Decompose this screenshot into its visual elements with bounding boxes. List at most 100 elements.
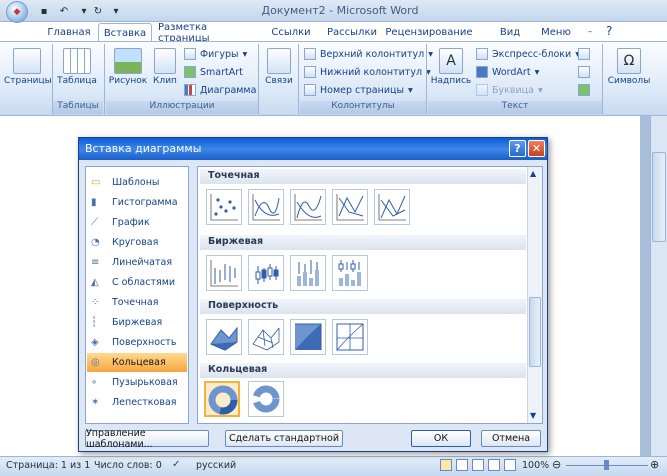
draft-icon[interactable] bbox=[504, 459, 516, 471]
stock-ohlc-thumb[interactable] bbox=[248, 255, 284, 291]
table-button[interactable]: Таблица bbox=[54, 48, 100, 86]
status-words[interactable]: Число слов: 0 bbox=[94, 460, 162, 471]
tab-mailings[interactable]: Рассылки bbox=[324, 24, 380, 41]
tab-insert[interactable]: Вставка bbox=[98, 23, 152, 42]
zoom-level[interactable]: 100% bbox=[522, 460, 549, 471]
group-label-headers: Колонтитулы bbox=[300, 101, 426, 114]
category-item[interactable]: ≡ Линейчатая bbox=[87, 253, 187, 272]
picture-button[interactable]: Рисунок bbox=[108, 48, 148, 86]
scroll-down-icon[interactable]: ▼ bbox=[530, 411, 536, 420]
dialog-close-button[interactable]: ✕ bbox=[528, 140, 545, 157]
scrollbar-thumb[interactable] bbox=[652, 152, 666, 242]
scatter-straight-markers-thumb[interactable] bbox=[332, 189, 368, 225]
group-label-tables: Таблицы bbox=[53, 101, 103, 114]
tab-references[interactable]: Ссылки bbox=[268, 24, 314, 41]
stock-vohlc-thumb[interactable] bbox=[332, 255, 368, 291]
manage-templates-button[interactable]: Управление шаблонами... bbox=[85, 428, 209, 450]
datetime-icon[interactable] bbox=[578, 66, 590, 78]
category-item[interactable]: ∘ Пузырьковая bbox=[87, 373, 187, 392]
category-item[interactable]: ⁘ Точечная bbox=[87, 293, 187, 312]
minimize-ribbon-icon[interactable]: – bbox=[588, 27, 598, 37]
chart-button[interactable]: Диаграмма bbox=[184, 84, 256, 96]
gallery-scrollbar[interactable]: ▲ ▼ bbox=[527, 167, 542, 423]
shapes-icon bbox=[184, 48, 196, 60]
symbols-button[interactable]: Ω Символы bbox=[606, 48, 652, 86]
footer-icon bbox=[304, 66, 316, 78]
vertical-scrollbar[interactable] bbox=[650, 116, 667, 456]
save-icon[interactable]: ▪ bbox=[36, 3, 52, 19]
clip-button[interactable]: Клип bbox=[150, 48, 180, 86]
tab-home[interactable]: Главная bbox=[44, 24, 94, 41]
gallery-scroll-thumb[interactable] bbox=[529, 297, 541, 367]
footer-button[interactable]: Нижний колонтитул ▾ bbox=[304, 66, 431, 78]
category-label: Биржевая bbox=[112, 317, 163, 328]
surface-contour-thumb[interactable] bbox=[290, 319, 326, 355]
dialog-help-button[interactable]: ? bbox=[509, 140, 526, 157]
full-screen-icon[interactable] bbox=[456, 459, 468, 471]
redo-icon[interactable]: ↻ bbox=[90, 3, 106, 19]
qat-customize-icon[interactable]: ▾ bbox=[108, 3, 124, 19]
zoom-in-icon[interactable]: ⊕ bbox=[650, 458, 659, 471]
zoom-out-icon[interactable]: ⊖ bbox=[552, 458, 561, 471]
object-icon[interactable] bbox=[578, 84, 590, 96]
quickparts-button[interactable]: Экспресс-блоки▾ bbox=[476, 48, 580, 60]
section-surface: Поверхность bbox=[200, 299, 526, 314]
surface-chart-icon: ◈ bbox=[91, 336, 99, 348]
smartart-button[interactable]: SmartArt bbox=[184, 66, 243, 78]
header-button[interactable]: Верхний колонтитул ▾ bbox=[304, 48, 433, 60]
category-item[interactable]: ◎ Кольцевая bbox=[87, 353, 187, 372]
proofing-icon[interactable]: ✓ bbox=[172, 459, 184, 471]
scatter-smooth-thumb[interactable] bbox=[290, 189, 326, 225]
status-page[interactable]: Страница: 1 из 1 bbox=[6, 460, 90, 471]
category-item[interactable]: ▭ Шаблоны bbox=[87, 173, 187, 192]
zoom-slider-handle[interactable] bbox=[604, 460, 609, 470]
ok-button[interactable]: ОК bbox=[411, 430, 471, 447]
surface-contour-wireframe-thumb[interactable] bbox=[332, 319, 368, 355]
print-layout-icon[interactable] bbox=[440, 459, 452, 471]
category-label: С областями bbox=[112, 277, 176, 288]
category-item[interactable]: ⟋ График bbox=[87, 213, 187, 232]
category-item[interactable]: ┆ Биржевая bbox=[87, 313, 187, 332]
scatter-markers-thumb[interactable] bbox=[206, 189, 242, 225]
category-item[interactable]: ◈ Поверхность bbox=[87, 333, 187, 352]
links-button[interactable]: Связи bbox=[262, 48, 296, 86]
scatter-straight-thumb[interactable] bbox=[374, 189, 410, 225]
surface-wireframe-thumb[interactable] bbox=[248, 319, 284, 355]
wordart-icon bbox=[476, 66, 488, 78]
surface-3d-thumb[interactable] bbox=[206, 319, 242, 355]
wordart-button[interactable]: WordArt ▾ bbox=[476, 66, 539, 78]
doughnut-chart-icon: ◎ bbox=[91, 356, 100, 368]
category-item[interactable]: ▮ Гистограмма bbox=[87, 193, 187, 212]
cancel-button[interactable]: Отмена bbox=[481, 430, 541, 447]
category-item[interactable]: ◭ С областями bbox=[87, 273, 187, 292]
tab-review[interactable]: Рецензирование bbox=[382, 24, 476, 41]
shapes-button[interactable]: Фигуры ▾ bbox=[184, 48, 247, 60]
tab-menu[interactable]: Меню bbox=[534, 24, 578, 41]
pages-button[interactable]: Страницы bbox=[4, 48, 52, 86]
doughnut-exploded-thumb[interactable] bbox=[248, 381, 284, 417]
category-label: Поверхность bbox=[112, 337, 177, 348]
category-item[interactable]: ◔ Круговая bbox=[87, 233, 187, 252]
signature-icon[interactable] bbox=[578, 48, 590, 60]
set-default-button[interactable]: Сделать стандартной bbox=[225, 430, 343, 447]
doughnut-thumb[interactable] bbox=[204, 381, 240, 417]
page-number-button[interactable]: Номер страницы ▾ bbox=[304, 84, 413, 96]
scroll-up-icon[interactable]: ▲ bbox=[530, 169, 536, 178]
tab-page-layout[interactable]: Разметка страницы bbox=[158, 22, 258, 44]
category-label: Лепестковая bbox=[112, 397, 177, 408]
stock-vhlc-thumb[interactable] bbox=[290, 255, 326, 291]
textbox-button[interactable]: A Надпись bbox=[430, 48, 472, 86]
page-number-icon bbox=[304, 84, 316, 96]
office-button[interactable]: ◆ bbox=[6, 1, 28, 23]
table-icon bbox=[63, 48, 91, 74]
tab-view[interactable]: Вид bbox=[490, 24, 530, 41]
undo-icon[interactable]: ↶ bbox=[56, 3, 72, 19]
scatter-smooth-markers-thumb[interactable] bbox=[248, 189, 284, 225]
status-language[interactable]: русский bbox=[196, 460, 236, 471]
category-item[interactable]: ✶ Лепестковая bbox=[87, 393, 187, 412]
help-icon[interactable]: ? bbox=[606, 24, 612, 38]
web-layout-icon[interactable] bbox=[472, 459, 484, 471]
dropcap-button[interactable]: Буквица ▾ bbox=[476, 84, 543, 96]
outline-icon[interactable] bbox=[488, 459, 500, 471]
stock-hlc-thumb[interactable] bbox=[206, 255, 242, 291]
